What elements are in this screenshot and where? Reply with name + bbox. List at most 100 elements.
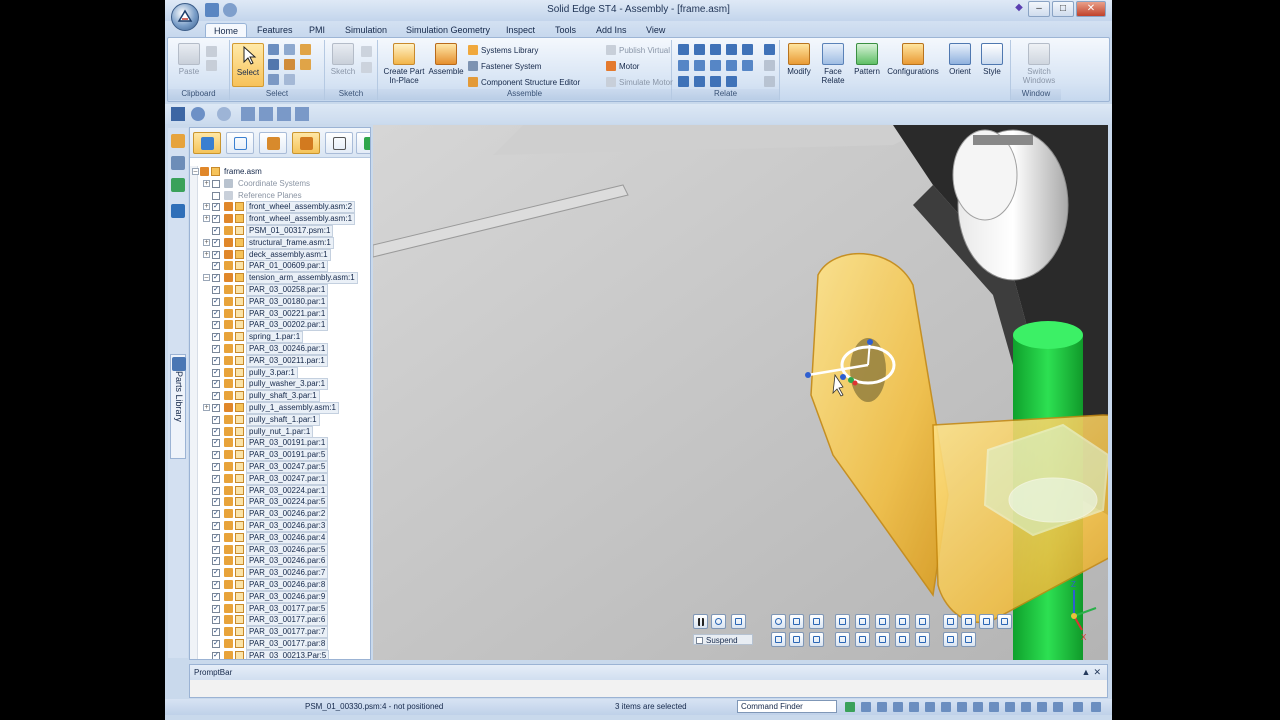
graphics-window[interactable]: Suspend Z X [373, 125, 1108, 660]
tree-expander-icon[interactable]: + [203, 180, 210, 187]
tree-checkbox[interactable]: ✓ [212, 510, 220, 518]
relate-tool-icon[interactable] [710, 44, 721, 55]
select-tools-icon[interactable] [171, 204, 185, 218]
view-tool-button[interactable] [961, 614, 976, 629]
select-tool-icon[interactable] [300, 44, 311, 55]
tab-pmi[interactable]: PMI [301, 23, 333, 38]
parts-library-tab[interactable]: Parts Library [170, 354, 186, 459]
sketch-tool-icon[interactable] [361, 46, 372, 57]
pathfinder-tool-button[interactable] [356, 132, 370, 154]
tree-checkbox[interactable]: ✓ [212, 451, 220, 459]
toolbar-icon[interactable] [241, 107, 255, 121]
view-tool-button[interactable] [915, 632, 930, 647]
view-tool-button[interactable] [895, 632, 910, 647]
tree-checkbox[interactable]: ✓ [212, 616, 220, 624]
minimize-button[interactable]: – [1028, 1, 1050, 17]
tab-simulation-geometry[interactable]: Simulation Geometry [398, 23, 498, 38]
relate-tool-icon[interactable] [694, 60, 705, 71]
tree-checkbox[interactable]: ✓ [212, 203, 220, 211]
sb-icon[interactable] [941, 702, 951, 712]
cut-icon[interactable] [206, 46, 217, 57]
view-tool-button[interactable] [835, 632, 850, 647]
tree-item[interactable]: ✓ PAR_03_00213.Par:5 [190, 650, 370, 659]
relate-tool-icon[interactable] [764, 76, 775, 87]
tree-checkbox[interactable]: ✓ [212, 569, 220, 577]
tab-features[interactable]: Features [249, 23, 301, 38]
motor-button[interactable]: Motor [606, 60, 639, 73]
reset-button[interactable] [711, 614, 726, 629]
relate-tool-icon[interactable] [678, 76, 689, 87]
tab-tools[interactable]: Tools [547, 23, 584, 38]
tree-item[interactable]: ✓ PAR_03_00224.par:5 [190, 496, 370, 508]
tree-checkbox[interactable]: ✓ [212, 605, 220, 613]
tree-checkbox[interactable]: ✓ [212, 380, 220, 388]
toolbar-icon[interactable] [295, 107, 309, 121]
sb-icon[interactable] [1005, 702, 1015, 712]
tree-expander-icon[interactable]: + [203, 215, 210, 222]
tree-checkbox[interactable]: ✓ [212, 262, 220, 270]
tree-item[interactable]: ✓ PAR_03_00247.par:1 [190, 473, 370, 485]
tree-checkbox[interactable]: ✓ [212, 369, 220, 377]
relate-tool-icon[interactable] [726, 44, 737, 55]
zx-axis-button[interactable] [895, 614, 910, 629]
assemble-button[interactable]: Assemble [428, 43, 464, 76]
view-tool-button[interactable] [789, 614, 804, 629]
undo-icon[interactable] [191, 107, 205, 121]
tree-item[interactable]: ✓ PAR_03_00258.par:1 [190, 284, 370, 296]
sb-icon[interactable] [893, 702, 903, 712]
tree-expander-icon[interactable]: + [203, 239, 210, 246]
tree-checkbox[interactable]: ✓ [212, 310, 220, 318]
select-tool-icon[interactable] [268, 44, 279, 55]
tree-checkbox[interactable]: ✓ [212, 557, 220, 565]
sb-icon[interactable] [1073, 702, 1083, 712]
sketch-tool-icon[interactable] [361, 62, 372, 73]
tree-item[interactable]: + ✓ structural_frame.asm:1 [190, 237, 370, 249]
save-icon[interactable] [171, 107, 185, 121]
tree-item[interactable]: – frame.asm [190, 166, 370, 178]
tree-item[interactable]: ✓ pully_shaft_1.par:1 [190, 414, 370, 426]
tree-checkbox[interactable]: ✓ [212, 404, 220, 412]
sketch-button[interactable]: Sketch [328, 43, 358, 76]
tree-item[interactable]: ✓ PAR_03_00202.par:1 [190, 319, 370, 331]
tree-item[interactable]: ✓ PAR_01_00609.par:1 [190, 260, 370, 272]
relate-tool-icon[interactable] [764, 44, 775, 55]
tree-expander-icon[interactable]: + [203, 251, 210, 258]
select-tool-icon[interactable] [284, 59, 295, 70]
steering-wheel-handle[interactable] [840, 374, 846, 380]
tree-checkbox[interactable]: ✓ [212, 640, 220, 648]
tree-checkbox[interactable]: ✓ [212, 581, 220, 589]
sb-icon[interactable] [845, 702, 855, 712]
toolbar-icon[interactable] [259, 107, 273, 121]
relate-tool-icon[interactable] [678, 60, 689, 71]
command-finder-input[interactable]: Command Finder [737, 700, 837, 713]
tree-checkbox[interactable]: ✓ [212, 333, 220, 341]
suspend-checkbox[interactable]: Suspend [693, 634, 753, 645]
pattern-button[interactable]: Pattern [850, 43, 884, 76]
view-tool-button[interactable] [997, 614, 1012, 629]
relate-tool-icon[interactable] [710, 76, 721, 87]
tree-item[interactable]: ✓ PAR_03_00246.par:2 [190, 508, 370, 520]
tree-checkbox[interactable]: ✓ [212, 416, 220, 424]
select-tool-icon[interactable] [268, 59, 279, 70]
orient-button[interactable]: Orient [944, 43, 976, 76]
tree-checkbox[interactable]: ✓ [212, 357, 220, 365]
tree-item[interactable]: – ✓ tension_arm_assembly.asm:1 [190, 272, 370, 284]
tree-item[interactable]: ✓ PAR_03_00191.par:1 [190, 437, 370, 449]
view-tool-button[interactable] [855, 632, 870, 647]
relate-tool-icon[interactable] [742, 60, 753, 71]
tree-item[interactable]: ✓ PAR_03_00177.par:6 [190, 614, 370, 626]
sb-icon[interactable] [861, 702, 871, 712]
tree-checkbox[interactable]: ✓ [212, 286, 220, 294]
tree-checkbox[interactable]: ✓ [212, 439, 220, 447]
tree-item[interactable]: ✓ PAR_03_00191.par:5 [190, 449, 370, 461]
pathfinder-icon[interactable] [171, 134, 185, 148]
redo-icon[interactable] [217, 107, 231, 121]
tree-item[interactable]: ✓ PAR_03_00246.par:4 [190, 532, 370, 544]
pathfinder-tool-button[interactable] [325, 132, 353, 154]
tab-add-ins[interactable]: Add Ins [588, 23, 635, 38]
simulate-motor-button[interactable]: Simulate Motor [606, 76, 673, 89]
toolbar-icon[interactable] [277, 107, 291, 121]
pathfinder-mode-button[interactable] [193, 132, 221, 154]
tab-view[interactable]: View [638, 23, 673, 38]
tree-checkbox[interactable]: ✓ [212, 392, 220, 400]
